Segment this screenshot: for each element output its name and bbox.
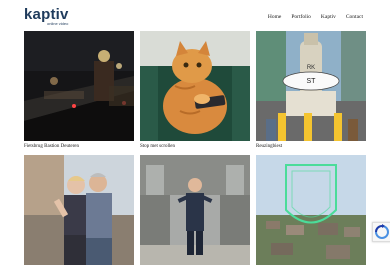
thumbnail-presenter[interactable]: [140, 155, 250, 265]
thumbnail-couple[interactable]: [24, 155, 134, 265]
kaptiv-logo[interactable]: kaptiv online video: [24, 7, 84, 29]
logo-tagline: online video: [47, 21, 69, 26]
card-caption[interactable]: Fietsbrug Bastion Deuteren: [24, 144, 79, 149]
thumbnail-aerial-city[interactable]: [256, 155, 366, 265]
thumbnail-night-bridge[interactable]: [24, 31, 134, 141]
nav-kaptiv[interactable]: Kaptiv: [321, 13, 336, 21]
svg-text:ST: ST: [307, 78, 317, 85]
card-caption[interactable]: Reuzingbiest: [256, 144, 282, 149]
logo-wordmark: kaptiv: [24, 6, 69, 23]
card-caption[interactable]: Stop met scrollen: [140, 144, 175, 149]
svg-text:RK: RK: [307, 65, 315, 71]
nav-home[interactable]: Home: [268, 13, 281, 21]
nav-portfolio[interactable]: Portfolio: [291, 13, 311, 21]
recaptcha-icon: [375, 224, 389, 239]
thumbnail-cat-phone[interactable]: [140, 31, 250, 141]
thumbnail-beer-bottle[interactable]: RK ST: [256, 31, 366, 141]
main-nav: Home Portfolio Kaptiv Contact: [268, 13, 363, 21]
recaptcha-badge[interactable]: [372, 222, 390, 242]
site-header: kaptiv online video Home Portfolio Kapti…: [0, 0, 390, 32]
nav-contact[interactable]: Contact: [346, 13, 363, 21]
